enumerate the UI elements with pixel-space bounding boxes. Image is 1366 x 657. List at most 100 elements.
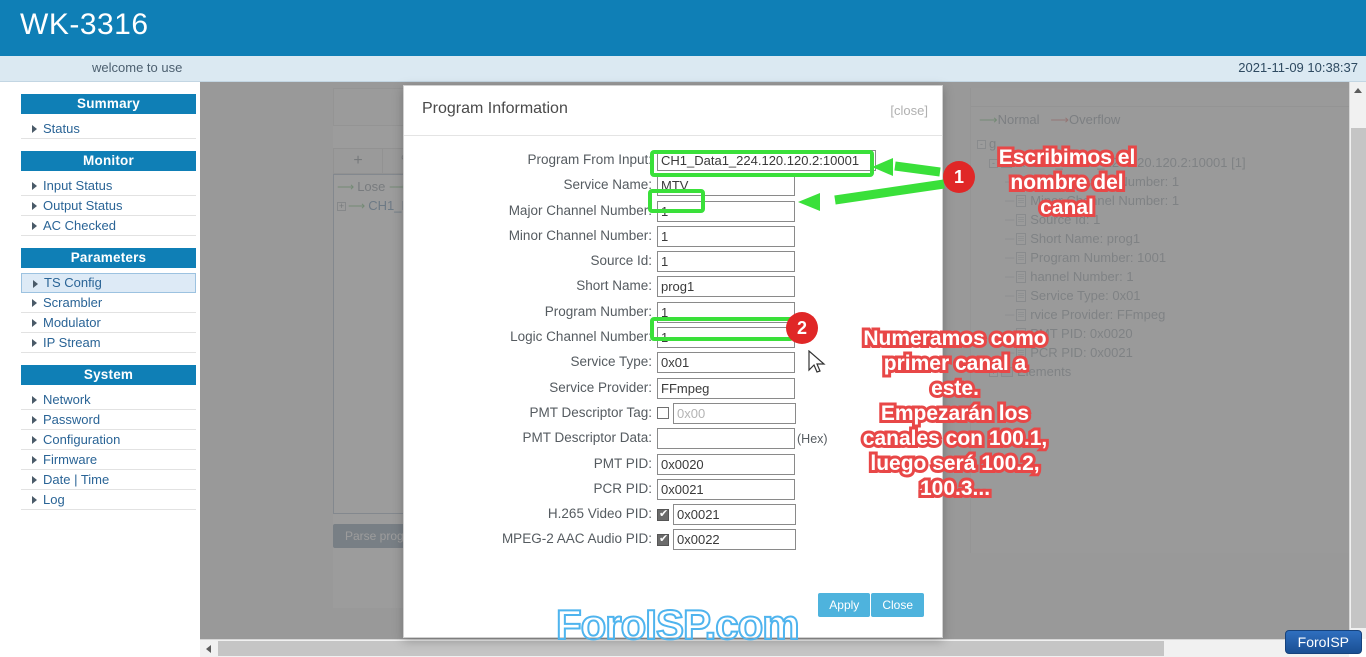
input-program-number[interactable]: 1 [657, 301, 795, 323]
scroll-up-icon[interactable] [1350, 82, 1366, 99]
input-service-provider[interactable]: FFmpeg [657, 377, 795, 399]
input-minor-channel-number[interactable]: 1 [657, 225, 795, 247]
triangle-icon [32, 222, 37, 230]
sidebar-item-label: Password [43, 412, 101, 427]
output-tree[interactable]: - g -1: CH1_Data1_224.120.120.2:10001 [1] ─… [977, 134, 1246, 381]
sidebar-item-label: Output Status [43, 198, 123, 213]
dialog-title: Program Information [422, 100, 568, 117]
horizontal-scroll-thumb[interactable] [218, 641, 1164, 656]
sidebar-item-label: TS Config [44, 275, 102, 290]
input-source-id[interactable]: 1 [657, 251, 795, 273]
output-tree-detail-label: PCR PID: 0x0021 [1030, 345, 1133, 360]
field-label-pmt-descriptor-tag: PMT Descriptor Tag: [529, 404, 652, 420]
field-control-h-265-video-pid: 0x0021 [657, 504, 796, 526]
field-row-h-265-video-pid: H.265 Video PID: 0x0021 [404, 504, 942, 529]
horizontal-scrollbar[interactable] [200, 639, 1349, 657]
sidebar-item-ac-checked[interactable]: AC Checked [21, 216, 196, 236]
input-pmt-descriptor-data[interactable] [657, 428, 795, 450]
triangle-icon [32, 319, 37, 327]
input-pmt-descriptor-tag[interactable]: 0x00 [673, 402, 796, 424]
triangle-icon [32, 416, 37, 424]
input-short-name[interactable]: prog1 [657, 276, 795, 298]
page-icon [1016, 176, 1027, 188]
sidebar-group-monitor: Monitor [21, 151, 196, 171]
sidebar-item-label: Log [43, 492, 65, 507]
output-tree-detail-label: Program Number: 1001 [1030, 250, 1167, 265]
sidebar-item-label: Date | Time [43, 472, 110, 487]
sidebar-item-ts-config[interactable]: TS Config [21, 273, 196, 293]
input-major-channel-number[interactable]: 1 [657, 200, 795, 222]
output-tree-detail: ─ rvice Provider: FFmpeg [1005, 307, 1166, 322]
close-link[interactable]: [close] [890, 103, 928, 118]
sidebar-item-password[interactable]: Password [21, 410, 196, 430]
input-service-name[interactable]: MTV [657, 175, 795, 197]
checkbox-mpeg-2-aac-audio-pid[interactable] [657, 532, 669, 546]
triangle-icon [32, 496, 37, 504]
output-tree-detail-label: rvice Provider: FFmpeg [1030, 307, 1166, 322]
field-row-minor-channel-number: Minor Channel Number: 1 [404, 225, 942, 251]
sidebar-group-system: System [21, 365, 196, 385]
sidebar-item-network[interactable]: Network [21, 390, 196, 410]
field-control-logic-channel-number: 1 [657, 327, 795, 349]
output-tree-detail-label: Short Name: prog1 [1030, 231, 1141, 246]
output-tree-detail: ─ Minor Channel Number: 1 [1005, 193, 1180, 208]
collapse-icon-2[interactable]: - [989, 159, 998, 169]
expand-icon[interactable]: + [337, 202, 346, 212]
output-tree-detail: ─ Source Id: 1 [1005, 212, 1101, 227]
field-control-service-type: 0x01 [657, 352, 795, 374]
sidebar-item-ip-stream[interactable]: IP Stream [21, 333, 196, 353]
dialog-body: Program From Input: CH1_Data1_224.120.120… [404, 136, 942, 555]
collapse-icon[interactable]: - [977, 140, 986, 150]
input-pcr-pid[interactable]: 0x0021 [657, 478, 795, 500]
sidebar-item-date-time[interactable]: Date | Time [21, 470, 196, 490]
brand-bar: WK-3316 [0, 0, 1366, 56]
program-checkbox[interactable] [1001, 157, 1012, 168]
scroll-left-icon[interactable] [200, 640, 217, 657]
input-h-265-video-pid[interactable]: 0x0021 [673, 504, 796, 526]
tree-legend: ⟶Normal ⟶Overflow [979, 112, 1120, 128]
app-title: WK-3316 [20, 8, 149, 41]
output-tree-root[interactable]: -g [977, 134, 1246, 153]
sidebar-item-status[interactable]: Status [21, 119, 196, 139]
dialog-footer: Apply Close [817, 593, 924, 617]
checkbox-pmt-descriptor-tag[interactable] [657, 407, 669, 420]
input-program-from-input[interactable]: CH1_Data1_224.120.120.2:10001 [1] [657, 150, 876, 187]
sidebar-item-label: Configuration [43, 432, 121, 447]
vertical-scrollbar[interactable] [1349, 82, 1366, 639]
datetime-label: 2021-11-09 10:38:37 [1238, 60, 1358, 75]
sidebar-item-modulator[interactable]: Modulator [21, 313, 196, 333]
panel-divider [971, 106, 1366, 107]
sidebar-item-output-status[interactable]: Output Status [21, 196, 196, 216]
sidebar-item-label: Status [43, 121, 80, 136]
input-logic-channel-number[interactable]: 1 [657, 327, 795, 349]
field-label-minor-channel-number: Minor Channel Number: [508, 227, 652, 243]
sidebar-item-log[interactable]: Log [21, 490, 196, 510]
sidebar-item-scrambler[interactable]: Scrambler [21, 293, 196, 313]
field-control-pmt-descriptor-tag: 0x00 [657, 402, 796, 424]
field-label-h-265-video-pid: H.265 Video PID: [547, 506, 652, 522]
legend-overflow-label: Overflow [1069, 112, 1121, 127]
sidebar-item-firmware[interactable]: Firmware [21, 450, 196, 470]
close-button[interactable]: Close [871, 593, 924, 617]
input-pmt-pid[interactable]: 0x0020 [657, 453, 795, 475]
checkbox-h-265-video-pid[interactable] [657, 507, 669, 521]
sidebar: Summary Status Monitor Input Status Output S… [0, 82, 200, 657]
normal-arrow-icon: ⟶ [979, 112, 998, 127]
output-tree-elements[interactable]: + Elements [977, 362, 1246, 381]
input-mpeg-2-aac-audio-pid[interactable]: 0x0022 [673, 529, 796, 551]
add-icon[interactable]: + [334, 149, 383, 173]
expand-icon-elements[interactable]: + [989, 368, 998, 378]
output-tree-program[interactable]: - 1: CH1_Data1_224.120.120.2:10001 [1] [977, 153, 1246, 172]
output-tree-detail: ─ hannel Number: 1 [1005, 269, 1134, 284]
vertical-scroll-thumb[interactable] [1351, 128, 1366, 628]
apply-button[interactable]: Apply [818, 593, 871, 617]
field-control-pmt-descriptor-data: (Hex) [657, 428, 828, 450]
sidebar-item-input-status[interactable]: Input Status [21, 176, 196, 196]
sidebar-item-configuration[interactable]: Configuration [21, 430, 196, 450]
field-control-program-from-input: CH1_Data1_224.120.120.2:10001 [1] [657, 150, 876, 187]
output-tree-detail-label: Minor Channel Number: 1 [1030, 193, 1180, 208]
input-service-type[interactable]: 0x01 [657, 352, 795, 374]
arrow-icon-3: ⟶ [348, 199, 366, 213]
folder-icon [1001, 367, 1013, 377]
field-row-program-number: Program Number: 1 [404, 301, 942, 327]
